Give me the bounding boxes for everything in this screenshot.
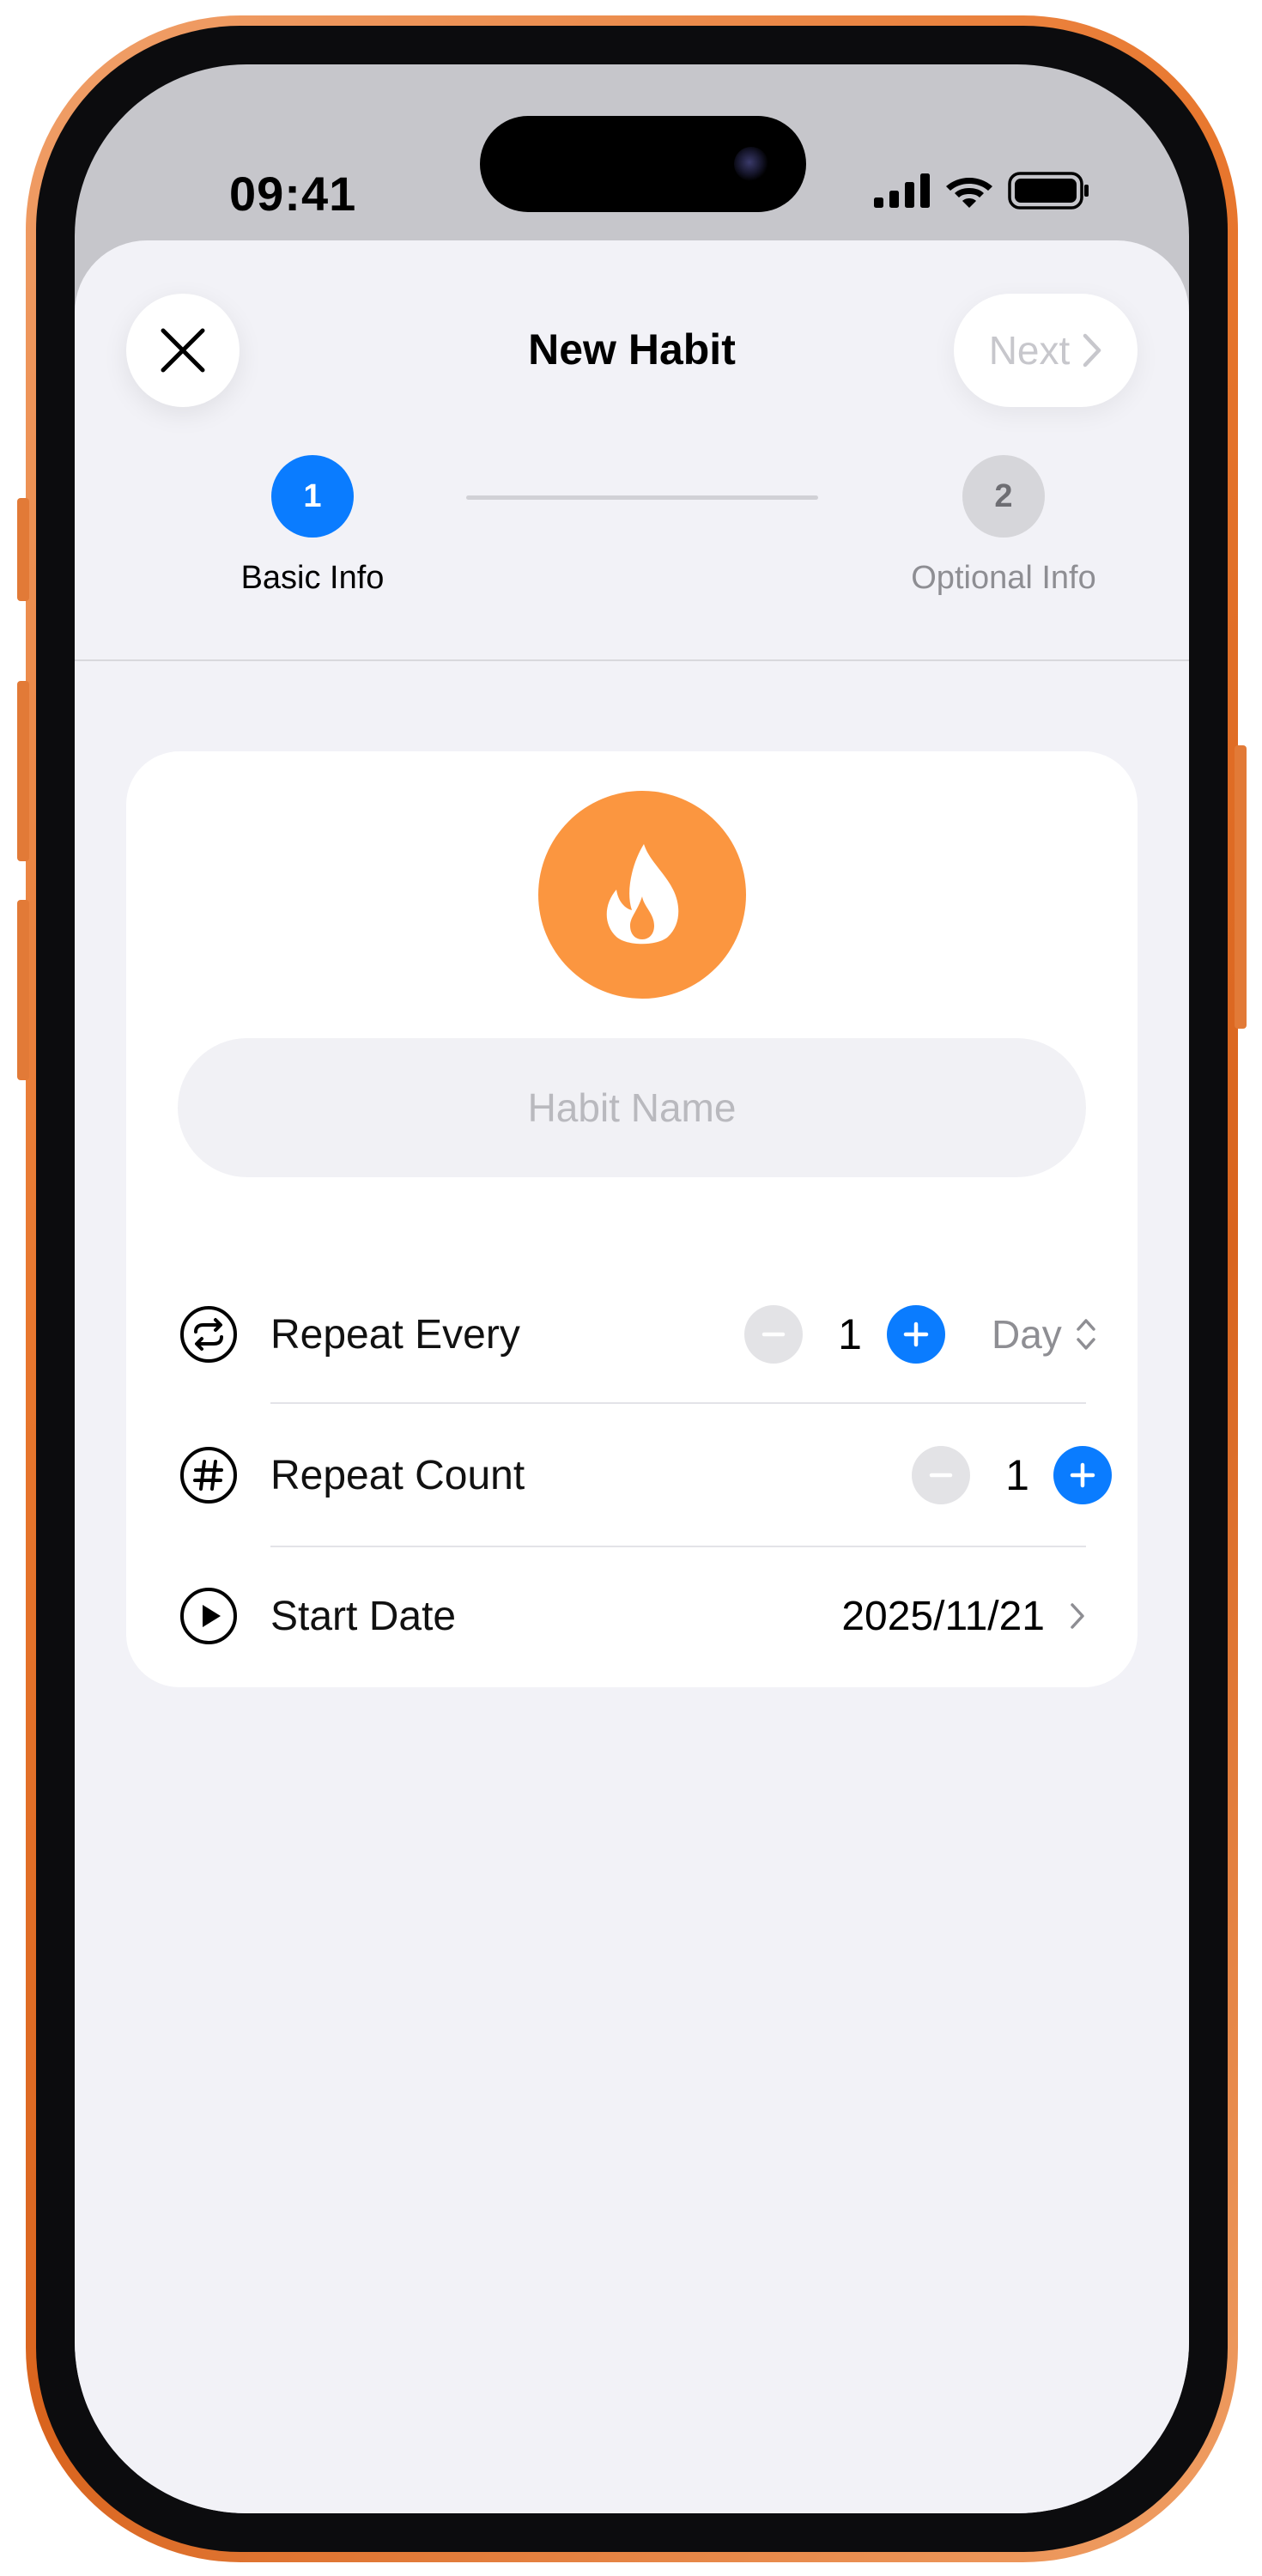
repeat-unit-value: Day (992, 1312, 1062, 1357)
plus-icon (1070, 1462, 1095, 1488)
repeat-every-label: Repeat Every (270, 1311, 520, 1358)
habit-icon-button[interactable] (538, 791, 746, 999)
status-time: 09:41 (229, 167, 357, 221)
step-number-2: 2 (962, 455, 1045, 538)
minus-icon (929, 1473, 953, 1478)
battery-icon (1008, 172, 1089, 210)
step-basic-info[interactable]: 1 Basic Info (201, 455, 424, 597)
status-bar: 09:41 (75, 64, 1189, 236)
repeat-every-decrement-button[interactable] (744, 1305, 803, 1364)
step-optional-info[interactable]: 2 Optional Info (892, 455, 1115, 597)
volume-up-button (17, 681, 29, 861)
repeat-every-row: Repeat Every 1 Day (126, 1266, 1138, 1403)
habit-name-input[interactable] (178, 1038, 1086, 1177)
wifi-icon (946, 178, 992, 208)
repeat-unit-picker[interactable]: Day (992, 1311, 1098, 1358)
dynamic-island (480, 116, 806, 212)
play-circle-icon (180, 1588, 237, 1644)
start-date-row[interactable]: Start Date 2025/11/21 (126, 1547, 1138, 1685)
repeat-count-value: 1 (1005, 1451, 1029, 1499)
volume-down-button (17, 900, 29, 1080)
screen: 09:41 New Habit Next 1 Basic Info 2 Opti… (75, 64, 1189, 2513)
header-divider (75, 659, 1189, 661)
chevron-up-down-icon (1077, 1319, 1095, 1350)
bezel: 09:41 New Habit Next 1 Basic Info 2 Opti… (36, 26, 1228, 2552)
minus-icon (761, 1332, 786, 1337)
number-sign-icon (180, 1447, 237, 1504)
start-date-label: Start Date (270, 1593, 457, 1639)
step-number-1: 1 (271, 455, 354, 538)
next-button-label: Next (988, 328, 1071, 373)
cellular-signal-icon (874, 173, 930, 208)
repeat-count-label: Repeat Count (270, 1452, 525, 1498)
status-icons (874, 172, 1090, 210)
repeat-count-increment-button[interactable] (1053, 1446, 1112, 1504)
start-date-value: 2025/11/21 (841, 1593, 1045, 1639)
step-label-basic-info: Basic Info (240, 560, 385, 596)
chevron-right-icon (1071, 1603, 1084, 1629)
chevron-right-icon (1083, 333, 1101, 368)
repeat-count-row: Repeat Count 1 (126, 1406, 1138, 1544)
basic-info-card: Repeat Every 1 Day (126, 751, 1138, 1687)
plus-icon (903, 1321, 929, 1347)
flame-icon (606, 844, 679, 945)
repeat-icon (180, 1306, 237, 1363)
action-button (17, 498, 29, 601)
next-button[interactable]: Next (954, 294, 1138, 407)
repeat-count-decrement-button[interactable] (912, 1446, 970, 1504)
repeat-every-increment-button[interactable] (887, 1305, 945, 1364)
step-progress-line (466, 495, 818, 500)
new-habit-sheet: New Habit Next 1 Basic Info 2 Optional I… (75, 240, 1189, 2513)
camera-icon (734, 147, 768, 181)
repeat-every-value: 1 (838, 1310, 862, 1358)
power-button (1235, 745, 1247, 1029)
step-label-optional-info: Optional Info (911, 560, 1096, 596)
phone-frame: 09:41 New Habit Next 1 Basic Info 2 Opti… (17, 15, 1247, 2562)
row-divider (270, 1402, 1086, 1404)
